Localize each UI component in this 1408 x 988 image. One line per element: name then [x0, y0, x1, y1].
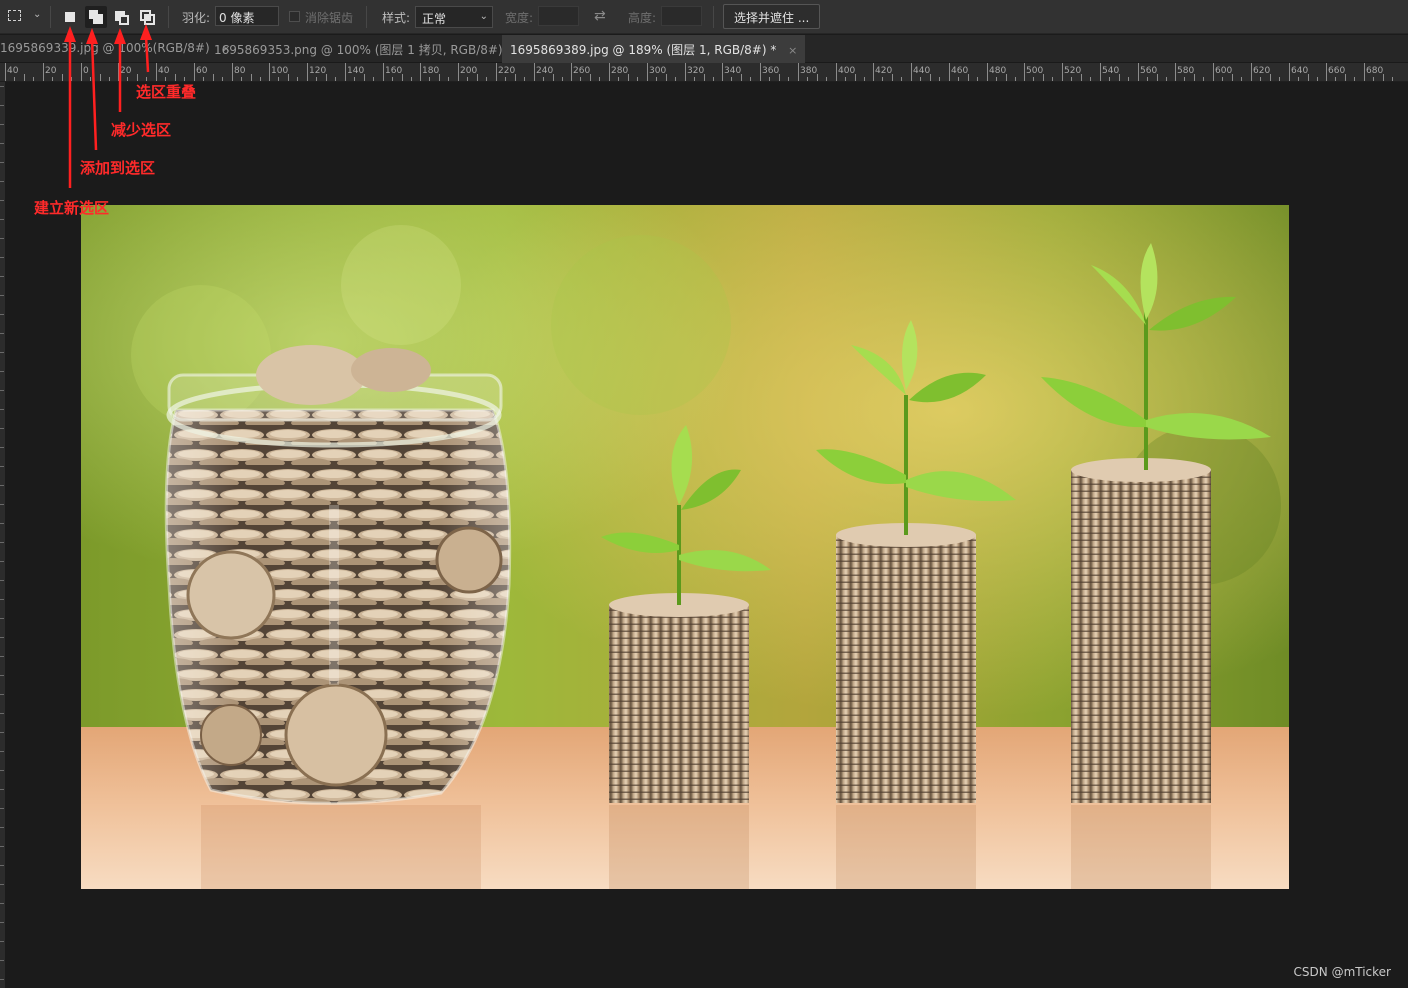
annotation-add-to-selection: 添加到选区 [80, 159, 156, 177]
annotation-subtract-selection: 减少选区 [111, 121, 172, 139]
annotation-intersect-selection: 选区重叠 [136, 83, 197, 101]
watermark: CSDN @mTicker [1293, 965, 1391, 979]
annotation-new-selection: 建立新选区 [34, 199, 110, 217]
annotation-arrows [64, 24, 152, 188]
